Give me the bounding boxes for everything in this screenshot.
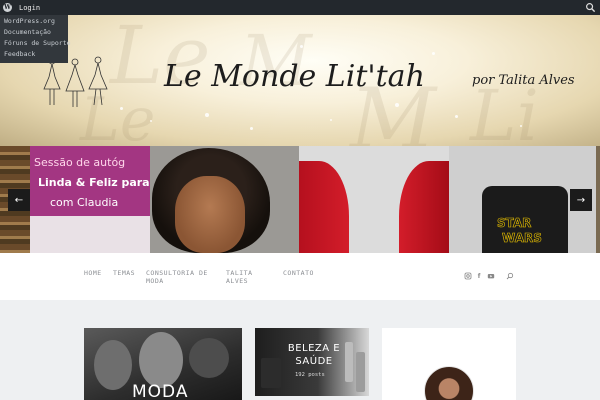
poster-text: Linda & Feliz para — [38, 176, 150, 189]
site-tagline: por Talita Alves — [472, 73, 575, 88]
sparkle — [250, 127, 253, 130]
slider-next-button[interactable]: → — [570, 189, 592, 211]
facebook-icon[interactable]: f — [475, 272, 483, 280]
wordpress-logo-glyph: W — [3, 3, 12, 12]
red-cushion — [299, 161, 349, 253]
photo-shape — [189, 338, 229, 378]
sparkle — [205, 113, 209, 117]
wordpress-menu-dropdown: WordPress.org Documentação Fóruns de Sup… — [0, 15, 71, 63]
login-link[interactable]: Login — [19, 4, 40, 12]
menu-item-foruns[interactable]: Fóruns de Suporte — [0, 38, 71, 49]
menu-item-wordpress-org[interactable]: WordPress.org — [0, 16, 68, 27]
slide-red-cushions[interactable] — [299, 146, 449, 253]
card-title: BELEZA E SAÚDE — [287, 343, 341, 367]
photo-shape — [139, 332, 183, 388]
sparkle — [520, 125, 522, 127]
pillow-print: WARS — [502, 231, 542, 246]
page: W Login WordPress.org Documentação Fórun… — [0, 0, 600, 400]
red-cushion — [399, 161, 449, 253]
nav-item-home[interactable]: HOME — [84, 269, 102, 277]
photo-shape — [94, 340, 132, 390]
sparkle — [330, 119, 332, 121]
search-icon[interactable] — [585, 2, 596, 13]
menu-item-documentacao[interactable]: Documentação — [0, 27, 68, 38]
slide-edge — [596, 146, 600, 253]
wp-admin-bar: W Login — [0, 0, 600, 15]
sparkle — [395, 103, 399, 107]
poster-text: Sessão de autóg — [34, 156, 126, 169]
portrait-face — [175, 176, 245, 253]
photo-shape — [261, 358, 281, 388]
menu-item-feedback[interactable]: Feedback — [0, 49, 68, 60]
profile-widget — [382, 328, 516, 400]
card-title: MODA — [132, 382, 189, 400]
photo-shape — [356, 352, 365, 392]
nav-item-temas[interactable]: TEMAS — [113, 269, 135, 277]
search-icon[interactable] — [506, 272, 514, 280]
category-card-beleza-saude[interactable]: BELEZA E SAÚDE 192 posts — [255, 328, 369, 396]
poster-text: com Claudia — [50, 196, 119, 209]
instagram-icon[interactable] — [464, 272, 472, 280]
category-card-moda[interactable]: MODA — [84, 328, 242, 400]
photo-shape — [345, 342, 353, 382]
card-post-count: 192 posts — [295, 372, 325, 378]
site-header: Le M M Li Le Le Monde Lit'tah por Talita… — [0, 15, 600, 146]
wordpress-logo-icon[interactable]: W — [0, 0, 15, 15]
content-area: MODA BELEZA E SAÚDE 192 posts — [0, 300, 600, 400]
featured-slider: Sessão de autóg Linda & Feliz para com C… — [0, 146, 600, 253]
slider-prev-button[interactable]: ← — [8, 189, 30, 211]
sparkle — [150, 120, 152, 122]
pillow-print: STAR — [497, 216, 532, 231]
poster-bottom — [30, 216, 150, 253]
nav-item-contato[interactable]: CONTATO — [283, 269, 314, 277]
sparkle — [432, 52, 435, 55]
sparkle — [120, 107, 123, 110]
sparkle — [300, 45, 303, 48]
avatar[interactable] — [424, 366, 474, 400]
youtube-icon[interactable] — [487, 272, 495, 280]
main-navigation: HOME TEMAS CONSULTORIA DE MODA TALITA AL… — [0, 253, 600, 300]
nav-item-consultoria[interactable]: CONSULTORIA DE MODA — [146, 269, 208, 285]
site-title[interactable]: Le Monde Lit'tah — [164, 59, 425, 94]
sparkle — [455, 115, 458, 118]
nav-item-talita-alves[interactable]: TALITA ALVES — [226, 269, 262, 285]
slide-portrait[interactable] — [150, 146, 299, 253]
ladies-illustration-icon — [43, 56, 108, 107]
